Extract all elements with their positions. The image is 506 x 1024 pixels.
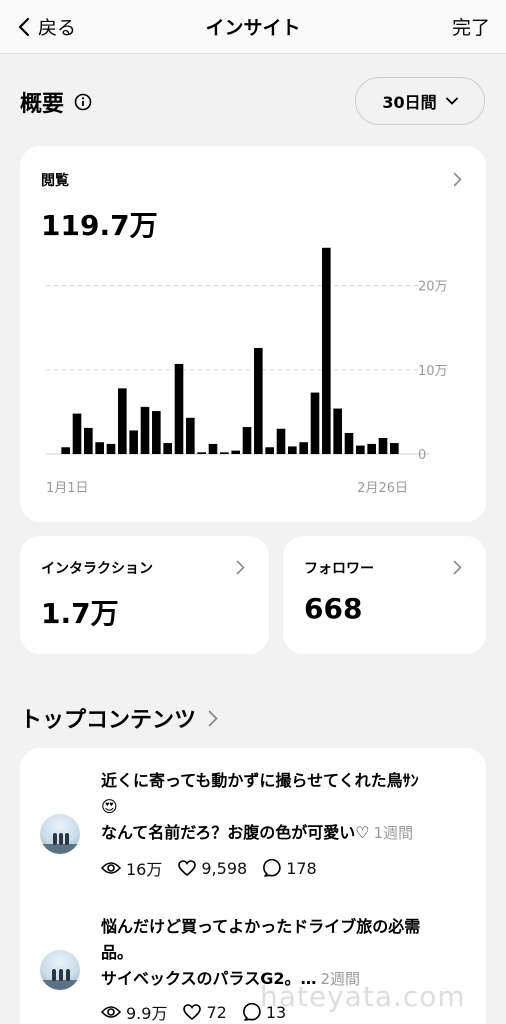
interaction-label: インタラクション [41,561,153,577]
top-contents-header[interactable]: トップコンテンツ [20,702,218,734]
follower-label: フォロワー [304,561,374,577]
likes-stat: 72 [183,1003,227,1022]
heart-icon [178,860,197,876]
chart-bar [186,417,195,454]
views-stat: 16万 [101,856,162,880]
chart-bar [356,445,365,454]
watermark: hateyata.com [260,980,466,1013]
chart-bar [61,447,70,454]
comment-icon [242,1003,261,1021]
chevron-right-icon [236,560,245,575]
x-tick-label: 1月1日 [46,481,89,496]
chart-bar [299,442,308,454]
interaction-value: 1.7万 [41,597,119,630]
back-label: 戻る [38,17,77,39]
chart-bar [333,408,342,454]
chart-bar [367,443,376,454]
comment-icon [263,859,281,877]
done-button[interactable]: 完了 [452,13,490,40]
chart-bar [220,452,229,454]
chart-bar [231,450,240,454]
chart-bar [163,443,172,454]
chart-bar [288,446,297,454]
heart-icon [183,1004,202,1020]
chart-bar [265,447,274,454]
chart-bar [95,442,104,454]
post-caption: 近くに寄っても動かずに撮らせてくれた鳥ｻﾝ 😍 なんて名前だろ？お腹の色が可愛い… [101,771,419,842]
y-tick-label: 0 [418,448,426,463]
chevron-right-icon [453,560,462,575]
chart-bar [276,428,286,454]
period-label: 30日間 [382,93,437,112]
back-button[interactable]: 戻る [18,13,76,40]
interaction-card[interactable]: インタラクション 1.7万 [20,536,269,654]
post-thumbnail [40,814,80,854]
follower-value: 668 [304,592,363,625]
chart-bar [208,443,218,454]
post-thumbnail [40,950,80,990]
chart-bar [118,388,127,454]
chart-bar [106,443,116,454]
post-stats: 16万 9,598 178 [101,856,333,880]
chart-bar [322,247,331,454]
chart-bar [390,443,399,454]
y-tick-label: 10万 [418,364,448,379]
nav-bar: 戻る インサイト 完了 [0,0,506,54]
chart-bar [378,438,388,454]
comments-stat: 178 [263,859,317,878]
y-tick-label: 20万 [418,280,448,295]
chart-bar [310,392,320,454]
chart-bar [344,432,354,454]
chart-bar [174,363,184,454]
top-contents-title: トップコンテンツ [20,708,197,733]
views-card[interactable]: 閲覧 119.7万 0 10万 20万 1月1日 2月26日 [20,146,486,522]
chevron-down-icon [445,97,458,105]
period-selector[interactable]: 30日間 [355,77,485,125]
chart-bar [152,411,161,454]
chevron-right-icon [208,710,218,726]
chart-bar [84,427,93,454]
eye-icon [101,862,121,874]
eye-icon [101,1006,121,1018]
views-stat: 9.9万 [101,1000,167,1024]
follower-card[interactable]: フォロワー 668 [283,536,486,654]
chart-bar [197,452,206,454]
chevron-left-icon [18,17,30,36]
overview-header: 概要 [20,86,92,118]
chart-bar [254,347,263,454]
overview-title: 概要 [20,92,65,117]
chart-bar [140,406,150,454]
chart-bar [129,430,138,454]
post-age: 1週間 [373,824,414,842]
x-tick-label: 2月26日 [357,481,408,496]
likes-stat: 9,598 [178,859,247,878]
top-content-post-1[interactable]: 近くに寄っても動かずに撮らせてくれた鳥ｻﾝ 😍 なんて名前だろ？お腹の色が可愛い… [40,768,480,888]
chart-bar [242,427,252,454]
info-icon[interactable] [74,93,92,111]
views-bar-chart: 0 10万 20万 1月1日 2月26日 [46,247,448,496]
chart-bar [72,413,82,454]
